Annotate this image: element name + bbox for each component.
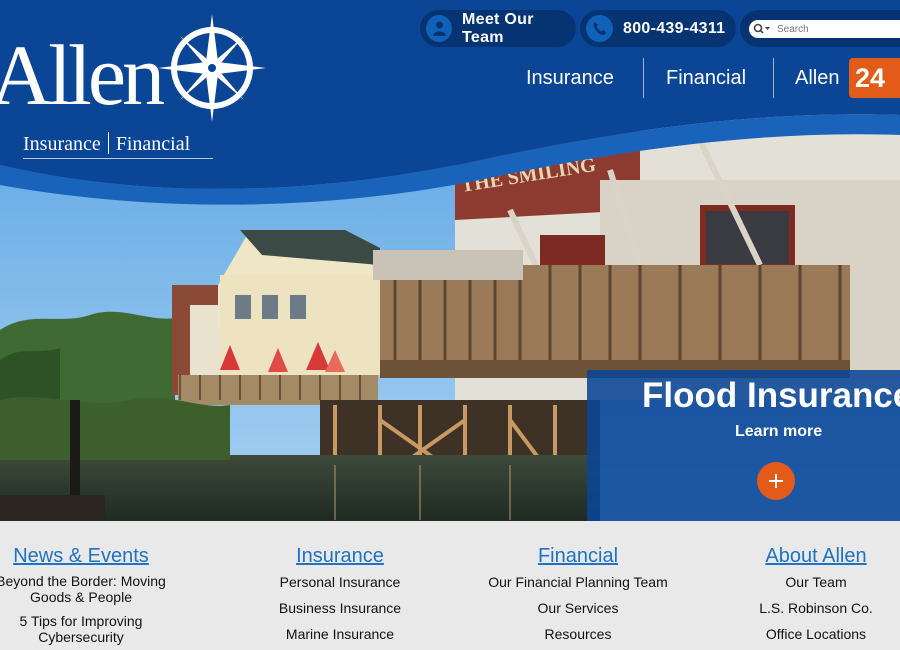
about-link[interactable]: Office Locations (716, 621, 900, 647)
promo-panel: Flood Insurance Learn more (587, 370, 900, 521)
insurance-link[interactable]: Personal Insurance (240, 569, 440, 595)
column-insurance: Insurance Personal Insurance Business In… (240, 543, 440, 647)
compass-rose-icon (158, 14, 266, 122)
news-link[interactable]: Beyond the Border: Moving Goods & People (0, 573, 181, 605)
nav-financial[interactable]: Financial (666, 58, 746, 98)
search-bar[interactable] (749, 20, 900, 38)
insurance-heading[interactable]: Insurance (240, 543, 440, 569)
insurance-link[interactable]: Marine Insurance (240, 621, 440, 647)
logo-underline (23, 158, 213, 159)
logo-tagline: Insurance Financial (23, 132, 190, 156)
logo-divider (107, 132, 109, 154)
phone-number: 800-439-4311 (623, 19, 726, 37)
financial-link[interactable]: Resources (478, 621, 678, 647)
allen24-badge[interactable]: 24 (849, 58, 900, 98)
column-news-events: News & Events Beyond the Border: Moving … (0, 543, 181, 645)
meet-our-team-label: Meet Our Team (462, 10, 534, 46)
nav-divider (643, 58, 644, 98)
financial-link[interactable]: Our Services (478, 595, 678, 621)
nav-insurance[interactable]: Insurance (526, 58, 614, 98)
nav-insurance-label: Insurance (526, 66, 614, 89)
logo-sub-insurance: Insurance (23, 133, 101, 155)
team-icon (426, 15, 453, 42)
logo-sub-financial: Financial (115, 133, 191, 155)
nav-financial-label: Financial (666, 66, 747, 89)
insurance-link[interactable]: Business Insurance (240, 595, 440, 621)
promo-title: Flood Insurance (642, 376, 900, 415)
phone-icon (586, 15, 613, 42)
logo-wordmark: Allen (0, 27, 165, 123)
search-icon[interactable] (751, 20, 773, 38)
column-about-allen: About Allen Our Team L.S. Robinson Co. O… (716, 543, 900, 647)
plus-icon (769, 474, 783, 488)
about-allen-heading[interactable]: About Allen (716, 543, 900, 569)
phone-button[interactable]: 800-439-4311 (580, 10, 736, 47)
learn-more-link[interactable]: Learn more (735, 423, 822, 441)
column-financial: Financial Our Financial Planning Team Ou… (478, 543, 678, 647)
meet-our-team-button[interactable]: Meet Our Team (420, 10, 576, 47)
nav-divider (773, 58, 774, 98)
search-input[interactable] (777, 23, 900, 35)
about-link[interactable]: Our Team (716, 569, 900, 595)
footer-links: News & Events Beyond the Border: Moving … (0, 521, 900, 650)
news-events-heading[interactable]: News & Events (0, 543, 181, 569)
nav-allen24[interactable]: Allen (795, 58, 839, 98)
promo-plus-button[interactable] (757, 462, 795, 500)
nav-allen-label: Allen (795, 66, 840, 89)
news-link[interactable]: 5 Tips for Improving Cybersecurity (0, 613, 181, 645)
financial-heading[interactable]: Financial (478, 543, 678, 569)
about-link[interactable]: L.S. Robinson Co. (716, 595, 900, 621)
allen-logo[interactable]: Allen Insurance Financial (0, 14, 270, 164)
financial-link[interactable]: Our Financial Planning Team (478, 569, 678, 595)
